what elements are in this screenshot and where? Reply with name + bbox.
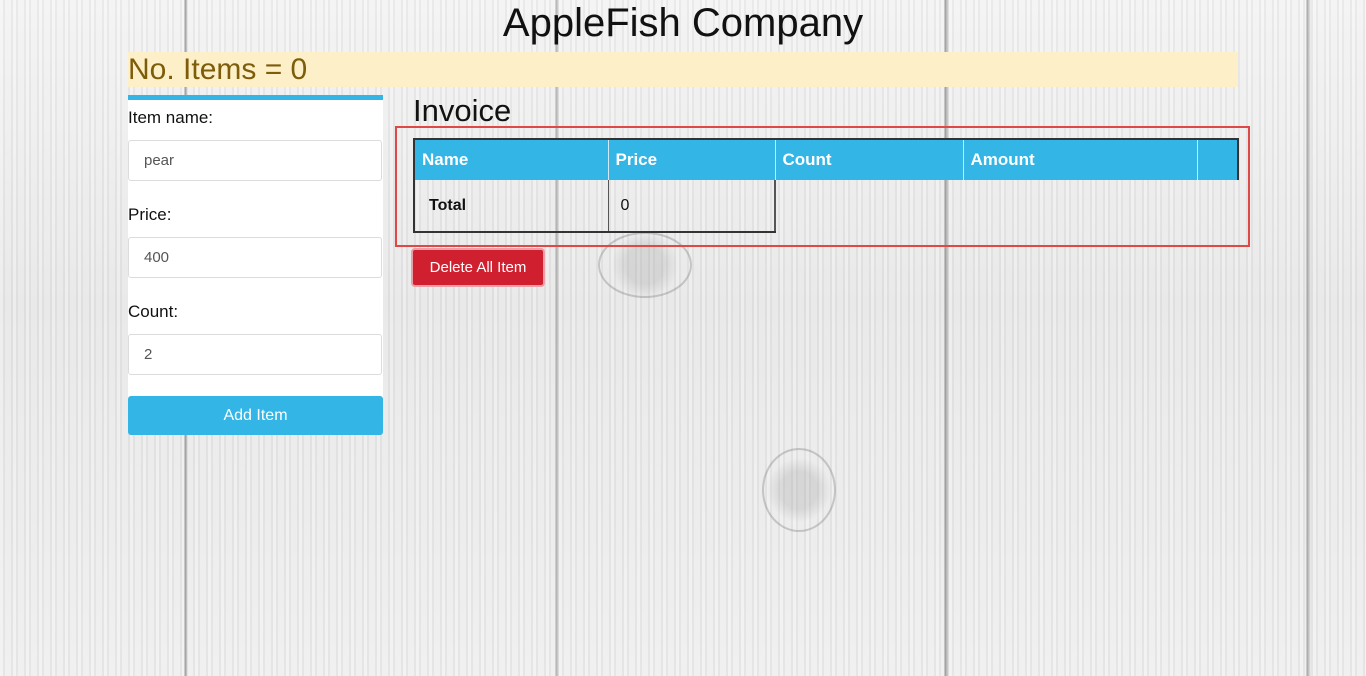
total-value: 0	[608, 180, 776, 233]
wood-knot-decoration	[762, 448, 836, 532]
count-input[interactable]	[128, 334, 382, 375]
column-header-amount: Amount	[963, 138, 1198, 180]
add-item-form: Item name: Price: Count: Add Item	[128, 95, 383, 435]
total-label: Total	[413, 180, 609, 233]
invoice-table: Name Price Count Amount Total 0	[413, 138, 1239, 233]
total-row: Total 0	[413, 180, 1238, 233]
column-header-count: Count	[775, 138, 964, 180]
column-header-actions	[1197, 138, 1239, 180]
item-name-label: Item name:	[128, 108, 214, 127]
price-label: Price:	[128, 205, 172, 224]
site-title: AppleFish Company	[502, 1, 864, 45]
column-header-name: Name	[413, 138, 609, 180]
delete-all-button[interactable]: Delete All Item	[411, 248, 545, 287]
item-count-banner: No. Items = 0	[128, 52, 1238, 87]
add-item-button[interactable]: Add Item	[128, 396, 383, 435]
column-header-price: Price	[608, 138, 776, 180]
item-name-input[interactable]	[128, 140, 382, 181]
count-label: Count:	[128, 302, 179, 321]
price-input[interactable]	[128, 237, 382, 278]
invoice-heading: Invoice	[413, 93, 512, 128]
invoice-header-row: Name Price Count Amount	[413, 138, 1239, 180]
